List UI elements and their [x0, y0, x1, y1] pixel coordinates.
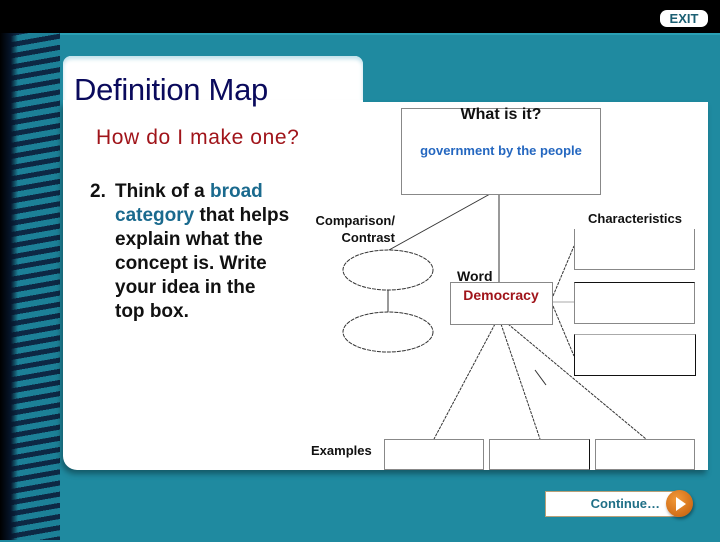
page-subtitle: How do I make one?	[96, 126, 300, 149]
example-box-2[interactable]	[489, 439, 590, 470]
step-text: Think of a broad category that helps exp…	[115, 180, 290, 324]
page-title: Definition Map	[74, 72, 268, 107]
continue-label[interactable]: Continue…	[545, 491, 660, 517]
word-value: Democracy	[463, 287, 539, 303]
example-box-1[interactable]	[384, 439, 484, 470]
continue-button[interactable]: Continue…	[545, 490, 695, 517]
characteristic-box-1[interactable]	[574, 229, 695, 270]
step-number: 2.	[90, 181, 106, 202]
what-is-it-value: government by the people	[420, 143, 582, 158]
comparison-label-line2: Contrast	[341, 230, 395, 245]
characteristic-box-2[interactable]	[574, 282, 695, 324]
comparison-label-line1: Comparison/	[315, 213, 395, 228]
play-arrow-icon[interactable]	[666, 490, 693, 517]
exit-button[interactable]: EXIT	[660, 10, 708, 27]
spiral-shadow	[0, 33, 18, 540]
step-text-before: Think of a	[115, 181, 210, 202]
examples-label: Examples	[311, 443, 372, 458]
characteristics-label: Characteristics	[588, 211, 682, 226]
instruction-step: 2. Think of a broad category that helps …	[90, 180, 290, 324]
comparison-label: Comparison/ Contrast	[308, 212, 395, 246]
example-box-3[interactable]	[595, 439, 695, 470]
what-is-it-label: What is it?	[460, 106, 542, 123]
characteristic-box-3[interactable]	[574, 334, 696, 376]
